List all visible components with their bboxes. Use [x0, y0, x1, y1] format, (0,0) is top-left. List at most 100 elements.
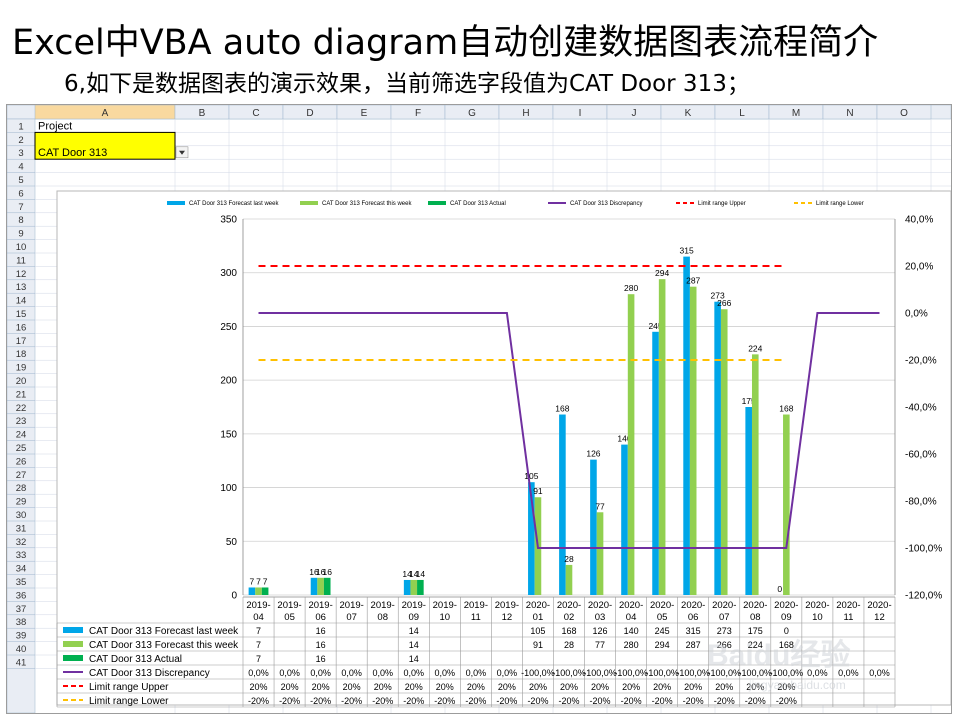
- table-cell: -20%: [248, 696, 269, 706]
- table-cell: 287: [686, 640, 701, 650]
- bar[interactable]: [627, 294, 635, 595]
- table-cell: 140: [624, 626, 639, 636]
- y2-tick-label: -120,0%: [905, 591, 942, 602]
- row-header-35: 35: [16, 577, 27, 588]
- row-header-34: 34: [16, 564, 27, 575]
- table-cell: 0,0%: [372, 668, 393, 678]
- bar-data-label: 168: [555, 404, 569, 414]
- table-cell: 20%: [498, 682, 516, 692]
- bar[interactable]: [310, 577, 318, 595]
- table-cell: 20%: [529, 682, 547, 692]
- table-cell: -20%: [279, 696, 300, 706]
- table-legend-key: [63, 641, 83, 647]
- table-cell: 0: [784, 626, 789, 636]
- table-cell: 20%: [405, 682, 423, 692]
- column-header-label-B: B: [199, 108, 206, 119]
- row-header-23: 23: [16, 416, 27, 427]
- y2-tick-label: -80,0%: [905, 497, 937, 508]
- column-header-label-J: J: [632, 108, 637, 119]
- column-header-label-G: G: [468, 108, 476, 119]
- table-cell: 20%: [560, 682, 578, 692]
- bar[interactable]: [720, 309, 728, 595]
- table-cell: 20%: [467, 682, 485, 692]
- category-label: 2020-: [867, 600, 891, 611]
- bar-data-label: 280: [624, 283, 638, 293]
- table-cell: -20%: [341, 696, 362, 706]
- category-label: 2019-: [433, 600, 457, 611]
- table-cell: 273: [717, 626, 732, 636]
- category-label: 08: [377, 612, 388, 623]
- bar[interactable]: [621, 444, 628, 595]
- bar[interactable]: [403, 579, 411, 595]
- category-label: 2019-: [495, 600, 519, 611]
- table-cell: -20%: [496, 696, 517, 706]
- table-cell: 14: [409, 626, 419, 636]
- table-series-name: CAT Door 313 Forecast this week: [89, 640, 239, 651]
- bar[interactable]: [683, 256, 690, 595]
- bar[interactable]: [751, 354, 759, 595]
- bar-data-label: 7: [256, 576, 261, 586]
- bar[interactable]: [417, 579, 424, 595]
- table-cell: 14: [409, 640, 419, 650]
- bar[interactable]: [559, 414, 566, 595]
- category-label: 08: [750, 612, 761, 623]
- row-header-21: 21: [16, 389, 27, 400]
- row-header-38: 38: [16, 617, 27, 628]
- bar-data-label: 16: [322, 567, 332, 577]
- category-label: 2020-: [743, 600, 767, 611]
- bar[interactable]: [255, 587, 262, 595]
- row-header-2: 2: [18, 135, 23, 146]
- bar[interactable]: [323, 577, 331, 595]
- table-cell: -100,0%: [552, 668, 586, 678]
- table-cell: 126: [593, 626, 608, 636]
- bar[interactable]: [745, 407, 752, 595]
- legend-label: CAT Door 313 Forecast last week: [189, 201, 279, 207]
- table-series-name: CAT Door 313 Forecast last week: [89, 626, 239, 637]
- row-header-14: 14: [16, 296, 27, 307]
- category-label: 2020-: [805, 600, 829, 611]
- bar-data-label: 28: [564, 554, 574, 564]
- bar[interactable]: [596, 512, 604, 595]
- bar[interactable]: [248, 587, 256, 595]
- category-label: 11: [843, 612, 853, 623]
- table-cell: -20%: [652, 696, 673, 706]
- bar[interactable]: [317, 577, 324, 595]
- table-cell: -20%: [683, 696, 704, 706]
- category-label: 01: [533, 612, 544, 623]
- category-label: 2020-: [557, 600, 581, 611]
- category-label: 06: [688, 612, 699, 623]
- table-series-name: Limit range Lower: [89, 696, 169, 707]
- bar[interactable]: [261, 587, 269, 595]
- bar[interactable]: [565, 564, 573, 595]
- category-label: 2019-: [308, 600, 332, 611]
- bar[interactable]: [410, 579, 418, 595]
- table-cell: -20%: [621, 696, 642, 706]
- table-cell: 20%: [653, 682, 671, 692]
- y-tick-label: 50: [226, 537, 238, 548]
- bar[interactable]: [590, 459, 597, 595]
- bar[interactable]: [652, 331, 659, 595]
- watermark-logo: Baidu经验: [707, 638, 850, 672]
- table-cell: -20%: [745, 696, 766, 706]
- row-header-7: 7: [18, 202, 23, 213]
- table-cell: -20%: [372, 696, 393, 706]
- y2-tick-label: 20,0%: [905, 262, 933, 273]
- column-header-label-M: M: [792, 108, 800, 119]
- table-cell: 20%: [715, 682, 733, 692]
- y-tick-label: 0: [231, 591, 237, 602]
- bar-data-label: 0: [777, 584, 782, 594]
- category-label: 10: [440, 612, 451, 623]
- sheet-canvas: A B C D E F G H I J K L M N O1234567891011121314151617…: [7, 105, 951, 713]
- y-tick-label: 250: [220, 322, 237, 333]
- category-label: 2019-: [340, 600, 364, 611]
- table-cell: 20%: [591, 682, 609, 692]
- bar[interactable]: [714, 301, 721, 595]
- category-label: 2019-: [371, 600, 395, 611]
- legend-label: Limit range Lower: [816, 201, 864, 207]
- table-cell: 20%: [374, 682, 392, 692]
- row-header-39: 39: [16, 631, 27, 642]
- excel-sheet[interactable]: A B C D E F G H I J K L M N O 1 2 3 4 5 6 7 8 9 10 11 12 13 14 15 16 17…: [6, 104, 952, 714]
- row-header-22: 22: [16, 403, 27, 414]
- category-label: 2020-: [774, 600, 798, 611]
- bar[interactable]: [783, 414, 790, 595]
